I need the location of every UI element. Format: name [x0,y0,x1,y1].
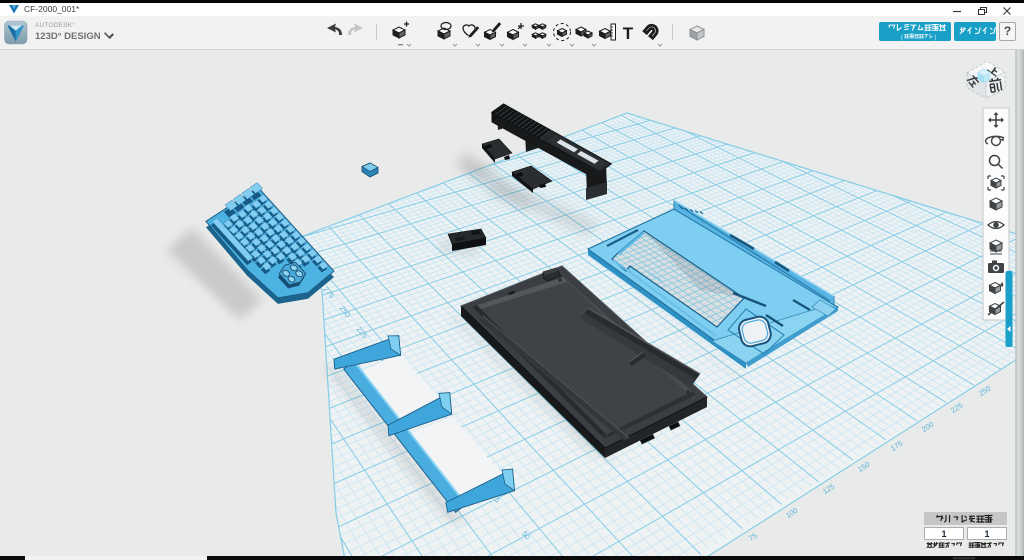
svg-text:125: 125 [821,482,836,496]
svg-text:T: T [623,24,634,43]
svg-text:): ) [935,35,937,41]
svg-text:1: 1 [941,529,946,539]
svg-text:150: 150 [856,460,871,474]
svg-text:75: 75 [747,531,759,543]
svg-text:(: ( [901,35,903,41]
svg-text:1: 1 [984,529,989,539]
svg-text:200: 200 [920,420,935,434]
svg-text:175: 175 [889,439,904,453]
svg-text:225: 225 [949,401,964,415]
svg-text:100: 100 [784,506,799,520]
svg-text:250: 250 [977,384,992,398]
